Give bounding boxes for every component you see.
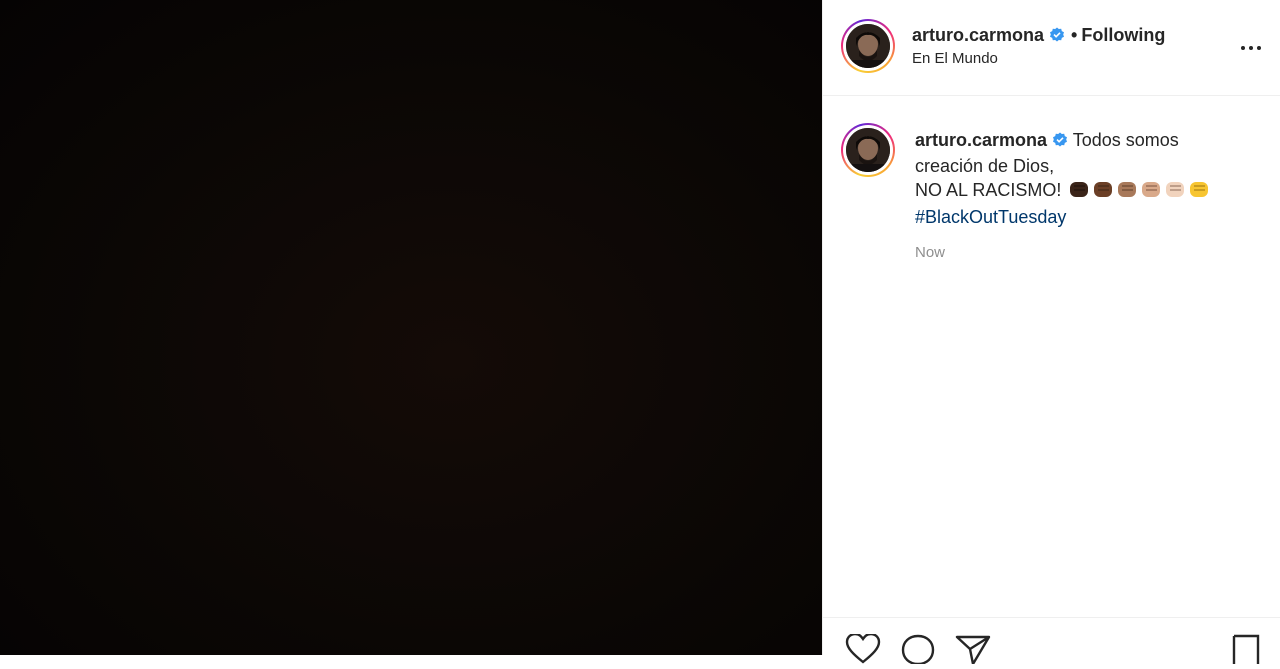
caption-line-2: NO AL RACISMO! [915,180,1062,200]
bookmark-icon[interactable] [1231,634,1261,669]
share-icon[interactable] [955,634,991,669]
fist-light-emoji [1166,182,1185,197]
separator-dot: • [1071,25,1078,45]
comment-icon[interactable] [900,634,936,669]
action-bar [823,617,1280,666]
fist-medium-dark-emoji [1094,182,1113,197]
caption-text: arturo.carmona Todos somos creación de D… [915,128,1235,229]
fist-dark-emoji [1070,182,1089,197]
heart-icon[interactable] [845,632,881,669]
post-header: arturo.carmona • Following En El Mundo [823,0,1280,96]
verified-badge-icon [1052,130,1068,154]
post-media[interactable] [0,0,822,655]
verified-badge-icon [1049,27,1065,48]
fist-emoji-row [1068,179,1209,205]
post-side-panel: arturo.carmona • Following En El Mundo a… [822,0,1280,666]
fist-medium-light-emoji [1142,182,1161,197]
caption-avatar-image [846,128,890,172]
location-link[interactable]: En El Mundo [912,50,998,67]
avatar-image [846,24,890,68]
post-timestamp: Now [915,244,946,261]
avatar[interactable] [841,19,895,73]
caption-avatar[interactable] [841,123,895,177]
following-button[interactable]: Following [1081,25,1165,45]
more-options-icon[interactable] [1239,36,1263,60]
fist-medium-emoji [1118,182,1137,197]
header-username-link[interactable]: arturo.carmona [912,25,1044,45]
fist-yellow-emoji [1190,182,1209,197]
hashtag-link[interactable]: #BlackOutTuesday [915,207,1066,227]
caption-username-link[interactable]: arturo.carmona [915,130,1047,150]
